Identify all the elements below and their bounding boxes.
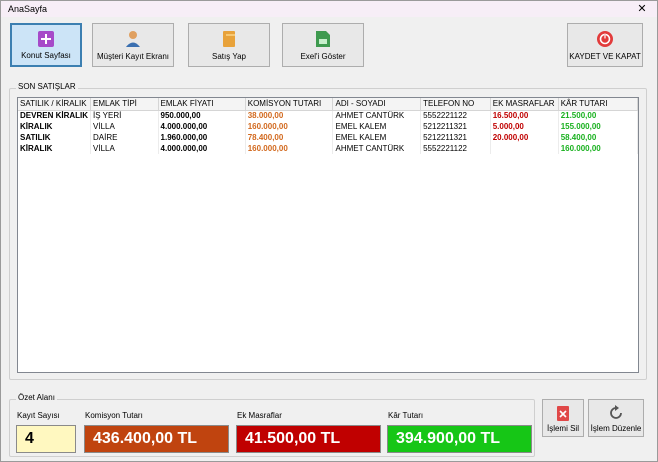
table-row[interactable]: DEVREN KİRALIK İŞ YERİ 950.000,00 38.000…	[18, 110, 638, 121]
ozet-alani-label: Özet Alanı	[16, 393, 57, 402]
cell-ek-masraflar: 20.000,00	[490, 132, 559, 143]
col-komisyon-tutari[interactable]: KOMİSYON TUTARI	[245, 98, 334, 111]
satis-yap-button[interactable]: Satış Yap	[188, 23, 270, 67]
cell-telefon-no: 5212211321	[420, 132, 491, 143]
user-icon	[126, 31, 140, 47]
kaydet-kapat-label: KAYDET VE KAPAT	[569, 52, 641, 61]
power-icon	[597, 31, 613, 47]
konut-sayfasi-label: Konut Sayfası	[21, 51, 71, 60]
col-satilik-kiralik[interactable]: SATILIK / KİRALIK	[18, 98, 92, 111]
table-row[interactable]: KİRALIK VİLLA 4.000.000,00 160.000,00 EM…	[18, 121, 638, 132]
trash-icon	[557, 406, 569, 421]
cell-telefon-no: 5212211321	[420, 121, 491, 132]
cell-emlak-fiyati: 4.000.000,00	[158, 143, 246, 154]
kar-tutari-label: Kâr Tutarı	[388, 411, 424, 420]
col-adi-soyadi[interactable]: ADI - SOYADI	[332, 98, 422, 111]
close-icon[interactable]: ✕	[635, 2, 649, 16]
header-row: SATILIK / KİRALIK EMLAK TİPİ EMLAK FİYAT…	[18, 98, 638, 111]
table-row[interactable]: KİRALIK VİLLA 4.000.000,00 160.000,00 AH…	[18, 143, 638, 154]
cell-kar-tutari: 155.000,00	[558, 121, 638, 132]
folder-icon	[223, 31, 235, 47]
cell-komisyon-tutari: 78.400,00	[245, 132, 334, 143]
musteri-kayit-button[interactable]: Müşteri Kayıt Ekranı	[92, 23, 174, 67]
komisyon-tutari-label: Komisyon Tutarı	[85, 411, 143, 420]
cell-emlak-tipi: İŞ YERİ	[90, 110, 159, 121]
kar-tutari-value: 394.900,00 TL	[387, 425, 532, 453]
komisyon-tutari-value: 436.400,00 TL	[84, 425, 229, 453]
islemi-sil-button[interactable]: İşlemi Sil	[542, 399, 584, 437]
excel-icon	[316, 31, 330, 47]
cell-komisyon-tutari: 160.000,00	[245, 143, 334, 154]
son-satislar-label: SON SATIŞLAR	[16, 82, 78, 91]
cell-ek-masraflar: 5.000,00	[490, 121, 559, 132]
col-telefon-no[interactable]: TELEFON NO	[420, 98, 491, 111]
cell-emlak-tipi: DAİRE	[90, 132, 159, 143]
cell-satilik-kiralik: KİRALIK	[18, 143, 92, 154]
cell-adi-soyadi: EMEL KALEM	[332, 121, 422, 132]
table-row[interactable]: SATILIK DAİRE 1.960.000,00 78.400,00 EME…	[18, 132, 638, 143]
cell-emlak-fiyati: 950.000,00	[158, 110, 246, 121]
col-ek-masraflar[interactable]: EK MASRAFLAR	[490, 98, 559, 111]
islem-duzenle-label: İşlem Düzenle	[590, 424, 642, 433]
refresh-icon	[610, 405, 622, 419]
ek-masraflar-label: Ek Masraflar	[237, 411, 282, 420]
col-kar-tutari[interactable]: KÂR TUTARI	[558, 98, 638, 111]
cell-adi-soyadi: AHMET CANTÜRK	[332, 143, 422, 154]
cell-emlak-fiyati: 4.000.000,00	[158, 121, 246, 132]
ek-masraflar-value: 41.500,00 TL	[236, 425, 381, 453]
islemi-sil-label: İşlemi Sil	[546, 424, 579, 433]
sales-grid[interactable]: SATILIK / KİRALIK EMLAK TİPİ EMLAK FİYAT…	[17, 97, 639, 373]
cell-satilik-kiralik: KİRALIK	[18, 121, 92, 132]
satis-yap-label: Satış Yap	[212, 52, 246, 61]
excel-goster-label: Exel'i Göster	[300, 52, 346, 61]
cell-adi-soyadi: AHMET CANTÜRK	[332, 110, 422, 121]
cell-komisyon-tutari: 38.000,00	[245, 110, 334, 121]
islem-duzenle-button[interactable]: İşlem Düzenle	[588, 399, 644, 437]
plus-icon	[38, 31, 54, 47]
cell-kar-tutari: 160.000,00	[558, 143, 638, 154]
cell-emlak-fiyati: 1.960.000,00	[158, 132, 246, 143]
musteri-kayit-label: Müşteri Kayıt Ekranı	[96, 52, 170, 61]
kayit-sayisi-label: Kayıt Sayısı	[17, 411, 60, 420]
excel-goster-button[interactable]: Exel'i Göster	[282, 23, 364, 67]
kayit-sayisi-value: 4	[16, 425, 76, 453]
cell-kar-tutari: 58.400,00	[558, 132, 638, 143]
cell-emlak-tipi: VİLLA	[90, 143, 159, 154]
col-emlak-tipi[interactable]: EMLAK TİPİ	[90, 98, 159, 111]
cell-telefon-no: 5552221122	[420, 110, 491, 121]
cell-komisyon-tutari: 160.000,00	[245, 121, 334, 132]
window-title: AnaSayfa	[8, 4, 48, 14]
col-emlak-fiyati[interactable]: EMLAK FİYATI	[158, 98, 246, 111]
cell-adi-soyadi: EMEL KALEM	[332, 132, 422, 143]
kaydet-kapat-button[interactable]: KAYDET VE KAPAT	[567, 23, 643, 67]
cell-ek-masraflar	[490, 143, 559, 154]
cell-ek-masraflar: 16.500,00	[490, 110, 559, 121]
cell-emlak-tipi: VİLLA	[90, 121, 159, 132]
title-bar: AnaSayfa ✕	[1, 1, 657, 17]
sales-table: SATILIK / KİRALIK EMLAK TİPİ EMLAK FİYAT…	[18, 98, 638, 154]
cell-telefon-no: 5552221122	[420, 143, 491, 154]
cell-satilik-kiralik: SATILIK	[18, 132, 92, 143]
cell-satilik-kiralik: DEVREN KİRALIK	[18, 110, 92, 121]
main-window: AnaSayfa ✕ Konut Sayfası Müşteri Kayıt E…	[0, 0, 658, 462]
konut-sayfasi-button[interactable]: Konut Sayfası	[10, 23, 82, 67]
cell-kar-tutari: 21.500,00	[558, 110, 638, 121]
